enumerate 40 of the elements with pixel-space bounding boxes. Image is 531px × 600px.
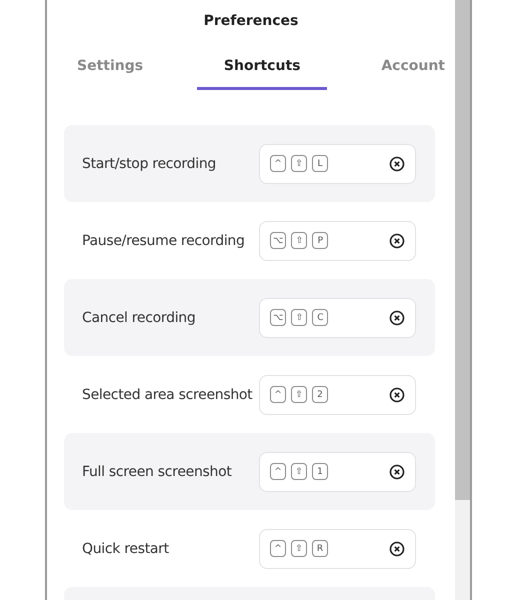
key-cap: ⇧ bbox=[291, 463, 307, 480]
shortcut-label: Quick restart bbox=[82, 540, 170, 556]
key-cap: ⇧ bbox=[291, 540, 307, 557]
shortcut-label: Cancel recording bbox=[82, 310, 196, 326]
key-cap: ^ bbox=[270, 155, 286, 172]
clear-icon[interactable] bbox=[389, 232, 405, 248]
clear-icon[interactable] bbox=[389, 464, 405, 480]
shortcut-label: Pause/resume recording bbox=[82, 232, 246, 248]
key-cap: ⇧ bbox=[291, 232, 308, 249]
key-cap: 2 bbox=[312, 386, 328, 403]
key-cap: P bbox=[312, 232, 328, 249]
key-cap: ⇧ bbox=[291, 386, 307, 403]
window-title: Preferences bbox=[202, 13, 300, 29]
clear-icon[interactable] bbox=[389, 540, 405, 556]
clear-icon[interactable] bbox=[389, 156, 405, 172]
key-cap: ⌥ bbox=[270, 309, 286, 326]
key-cap: ⌥ bbox=[270, 232, 286, 249]
shortcut-field[interactable]: ^ ⇧ L bbox=[259, 144, 416, 184]
shortcut-field[interactable]: ^ ⇧ 1 bbox=[259, 452, 416, 492]
key-cap: R bbox=[312, 540, 328, 557]
shortcut-field[interactable]: ^ ⇧ R bbox=[259, 528, 416, 568]
shortcut-field[interactable]: ⌥ ⇧ C bbox=[259, 298, 416, 338]
shortcut-field[interactable]: ⌥ ⇧ P bbox=[259, 220, 416, 260]
key-cap: C bbox=[312, 309, 328, 326]
clear-icon[interactable] bbox=[389, 386, 405, 402]
key-cap: ^ bbox=[270, 386, 286, 403]
key-cap: ⇧ bbox=[291, 309, 308, 326]
key-cap: 1 bbox=[312, 463, 328, 480]
key-cap: ^ bbox=[270, 540, 286, 557]
shortcut-label: Start/stop recording bbox=[82, 156, 217, 172]
key-cap: ⇧ bbox=[291, 155, 307, 172]
scrollbar[interactable] bbox=[455, 0, 470, 600]
clear-icon[interactable] bbox=[389, 310, 405, 326]
scrollbar-thumb[interactable] bbox=[455, 0, 470, 500]
key-cap: L bbox=[312, 155, 328, 172]
tab[interactable]: Shortcuts bbox=[196, 58, 328, 90]
key-cap: ^ bbox=[270, 463, 286, 480]
shortcut-field[interactable]: ^ ⇧ 2 bbox=[259, 374, 416, 414]
shortcut-label: Selected area screenshot bbox=[82, 386, 254, 402]
shortcut-label: Full screen screenshot bbox=[82, 464, 233, 480]
